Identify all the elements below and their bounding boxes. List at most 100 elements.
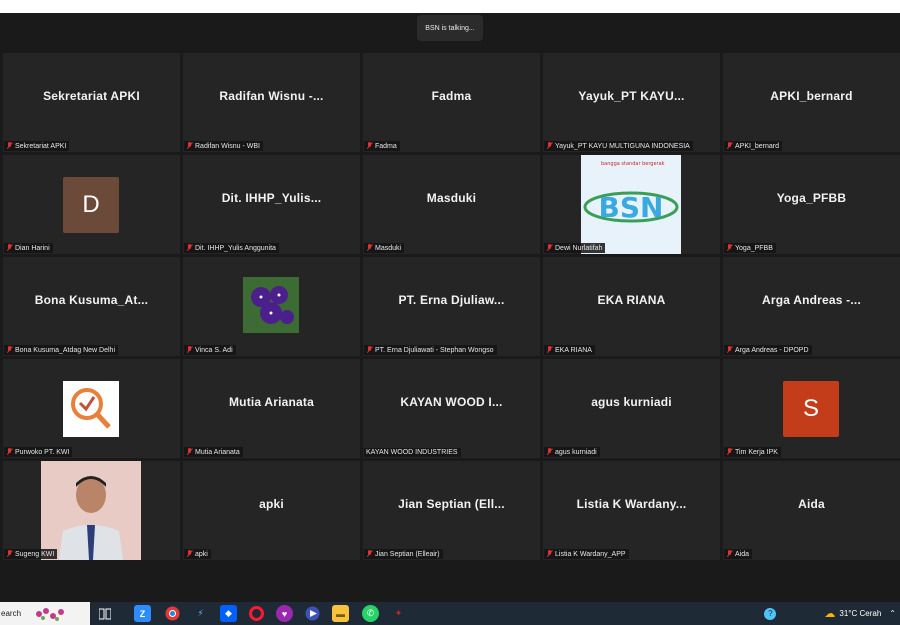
bsn-logo-image: BSN bangga standar bergerak <box>581 155 681 254</box>
bolt-app-icon[interactable]: ⚡ <box>192 605 209 622</box>
participant-display-name: Fadma <box>431 88 472 103</box>
participant-display-name: APKI_bernard <box>770 88 853 103</box>
dropbox-icon[interactable]: ◆ <box>220 605 237 622</box>
participant-name: Yoga_PFBB <box>735 244 773 252</box>
participant-tile-vinca-s-adi[interactable]: Vinca S. Adi <box>183 257 360 356</box>
whatsapp-icon[interactable]: ✆ <box>362 605 379 622</box>
chrome-icon[interactable] <box>164 605 181 622</box>
participant-display-name: Yoga_PFBB <box>776 190 847 205</box>
participant-tile-apki[interactable]: apki apki <box>183 461 360 560</box>
participant-display-name: Arga Andreas -... <box>762 292 861 307</box>
participant-name-label: Fadma <box>364 141 400 151</box>
participant-tile-purwoko-pt-kwi[interactable]: Purwoko PT. KWI <box>3 359 180 458</box>
chevron-up-icon[interactable]: ⌃ <box>889 609 896 618</box>
participant-display-name: PT. Erna Djuliaw... <box>398 292 505 307</box>
participant-name-label: Purwoko PT. KWI <box>4 447 73 457</box>
participant-name: Masduki <box>375 244 402 252</box>
participant-tile-tim-kerja-ipk[interactable]: S Tim Kerja IPK <box>723 359 900 458</box>
participant-tile-apki-bernard[interactable]: APKI_bernard APKI_bernard <box>723 53 900 152</box>
mic-muted-icon <box>366 346 373 354</box>
windows-taskbar: earch Z ⚡ ◆ ♥ ▬ ✆ ✦ ? ☁ 31°C Cerah ⌃ <box>0 602 900 625</box>
flower-photo <box>243 277 299 333</box>
mic-muted-icon <box>726 244 733 252</box>
participant-name-label: Mutia Arianata <box>184 447 243 457</box>
task-view-icon[interactable] <box>96 605 113 622</box>
participant-display-name: Radifan Wisnu -... <box>219 88 324 103</box>
taskbar-search[interactable]: earch <box>0 602 90 625</box>
participant-name: KAYAN WOOD INDUSTRIES <box>366 449 458 456</box>
participant-tile-eka-riana[interactable]: EKA RIANA EKA RIANA <box>543 257 720 356</box>
participant-display-name: Sekretariat APKI <box>43 88 140 103</box>
participant-tile-yayuk-pt-kayu-multiguna-indonesia[interactable]: Yayuk_PT KAYU... Yayuk_PT KAYU MULTIGUNA … <box>543 53 720 152</box>
participant-name-label: Dewi Nurlatifah <box>544 243 606 253</box>
zoom-app-icon[interactable]: Z <box>134 605 151 622</box>
avatar: D <box>63 177 119 233</box>
mic-muted-icon <box>6 550 13 558</box>
participant-grid: Sekretariat APKI Sekretariat APKI Radifan … <box>3 53 900 562</box>
participant-display-name: Yayuk_PT KAYU... <box>578 88 685 103</box>
file-explorer-icon[interactable]: ▬ <box>332 605 349 622</box>
participant-name: Jian Septian (Elleair) <box>375 550 440 558</box>
zoom-meeting-view: BSN is talking... Sekretariat APKI Sekret… <box>0 13 900 602</box>
participant-tile-radifan-wisnu-wbi[interactable]: Radifan Wisnu -... Radifan Wisnu - WBI <box>183 53 360 152</box>
mic-muted-icon <box>546 346 553 354</box>
magnifier-check-icon <box>71 388 111 429</box>
participant-name: Tim Kerja IPK <box>735 448 778 456</box>
participant-name-label: Vinca S. Adi <box>184 345 236 355</box>
system-tray: ? ☁ 31°C Cerah ⌃ <box>764 602 896 625</box>
participant-tile-kayan-wood-industries[interactable]: KAYAN WOOD I... KAYAN WOOD INDUSTRIES <box>363 359 540 458</box>
mic-muted-icon <box>726 550 733 558</box>
bsn-logo-caption: bangga standar bergerak <box>601 161 665 167</box>
participant-tile-mutia-arianata[interactable]: Mutia Arianata Mutia Arianata <box>183 359 360 458</box>
media-player-icon[interactable] <box>304 605 321 622</box>
kwi-logo-image <box>63 381 119 437</box>
participant-tile-pt-erna-djuliawati-stephan-wongso[interactable]: PT. Erna Djuliaw... PT. Erna Djuliawati -… <box>363 257 540 356</box>
mic-muted-icon <box>6 448 13 456</box>
participant-name: Bona Kusuma_Atdag New Delhi <box>15 346 116 354</box>
participant-tile-masduki[interactable]: Masduki Masduki <box>363 155 540 254</box>
participant-name: PT. Erna Djuliawati - Stephan Wongso <box>375 346 494 354</box>
mic-muted-icon <box>186 142 193 150</box>
participant-name-label: PT. Erna Djuliawati - Stephan Wongso <box>364 345 497 355</box>
participant-name-label: Dit. IHHP_Yulis Anggunita <box>184 243 279 253</box>
participant-name-label: Arga Andreas - DPOPD <box>724 345 812 355</box>
participant-tile-arga-andreas-dpopd[interactable]: Arga Andreas -... Arga Andreas - DPOPD <box>723 257 900 356</box>
participant-tile-bona-kusuma-atdag-new-delhi[interactable]: Bona Kusuma_At... Bona Kusuma_Atdag New D… <box>3 257 180 356</box>
participant-name: Aida <box>735 550 750 558</box>
participant-display-name: Masduki <box>426 190 477 205</box>
participant-display-name: Mutia Arianata <box>228 394 315 409</box>
participant-tile-aida[interactable]: Aida Aida <box>723 461 900 560</box>
mic-muted-icon <box>546 142 553 150</box>
participant-name-label: Radifan Wisnu - WBI <box>184 141 263 151</box>
participant-tile-agus-kurniadi[interactable]: agus kurniadi agus kurniadi <box>543 359 720 458</box>
participant-tile-sekretariat-apki[interactable]: Sekretariat APKI Sekretariat APKI <box>3 53 180 152</box>
mic-muted-icon <box>366 550 373 558</box>
participant-name: APKI_bernard <box>735 142 779 150</box>
participant-tile-listia-k-wardany-app[interactable]: Listia K Wardany... Listia K Wardany_APP <box>543 461 720 560</box>
participant-tile-dit-ihhp-yulis-anggunita[interactable]: Dit. IHHP_Yulis... Dit. IHHP_Yulis Anggun… <box>183 155 360 254</box>
participant-name: Dewi Nurlatifah <box>555 244 603 252</box>
mic-muted-icon <box>6 142 13 150</box>
help-icon[interactable]: ? <box>764 607 777 620</box>
participant-display-name: agus kurniadi <box>591 394 672 409</box>
opera-icon[interactable] <box>248 605 265 622</box>
participant-tile-sugeng-kwi[interactable]: Sugeng KWI <box>3 461 180 560</box>
bsn-logo-icon: BSN bangga standar bergerak <box>583 161 679 224</box>
participant-tile-dian-harini[interactable]: D Dian Harini <box>3 155 180 254</box>
mic-muted-icon <box>186 448 193 456</box>
participant-display-name: KAYAN WOOD I... <box>400 394 503 409</box>
participant-tile-dewi-nurlatifah[interactable]: BSN bangga standar bergerak Dewi Nurlatifa… <box>543 155 720 254</box>
participant-name: Listia K Wardany_APP <box>555 550 626 558</box>
red-app-icon[interactable]: ✦ <box>390 605 407 622</box>
participant-name-label: Tim Kerja IPK <box>724 447 781 457</box>
mic-muted-icon <box>186 346 193 354</box>
participant-tile-jian-septian-elleair[interactable]: Jian Septian (Ell... Jian Septian (Elleai… <box>363 461 540 560</box>
participant-tile-fadma[interactable]: Fadma Fadma <box>363 53 540 152</box>
participant-tile-yoga-pfbb[interactable]: Yoga_PFBB Yoga_PFBB <box>723 155 900 254</box>
app-heart-icon[interactable]: ♥ <box>276 605 293 622</box>
person-photo-icon <box>41 461 141 560</box>
mic-muted-icon <box>546 550 553 558</box>
participant-display-name: Aida <box>798 496 825 511</box>
participant-name: Vinca S. Adi <box>195 346 233 354</box>
mic-muted-icon <box>186 244 193 252</box>
